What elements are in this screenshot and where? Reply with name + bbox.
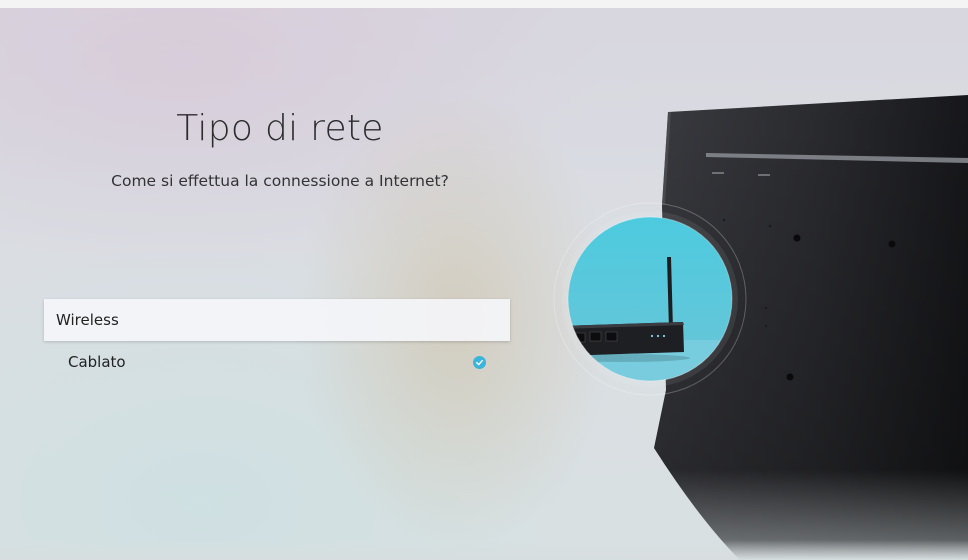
bottom-fade [0, 540, 968, 560]
router-circle [568, 217, 732, 381]
tv-router-illustration [553, 95, 968, 560]
option-wireless[interactable]: Wireless [44, 299, 510, 341]
top-edge [0, 0, 968, 8]
tv-back-panel [654, 95, 968, 560]
option-cablato[interactable]: Cablato [44, 341, 510, 383]
page-title: Tipo di rete [176, 108, 384, 149]
option-wireless-label: Wireless [56, 311, 119, 329]
network-type-screen: Tipo di rete Come si effettua la conness… [0, 0, 968, 560]
option-cablato-label: Cablato [68, 353, 126, 371]
page-subtitle: Come si effettua la connessione a Intern… [111, 172, 449, 190]
check-circle-icon [473, 356, 486, 369]
